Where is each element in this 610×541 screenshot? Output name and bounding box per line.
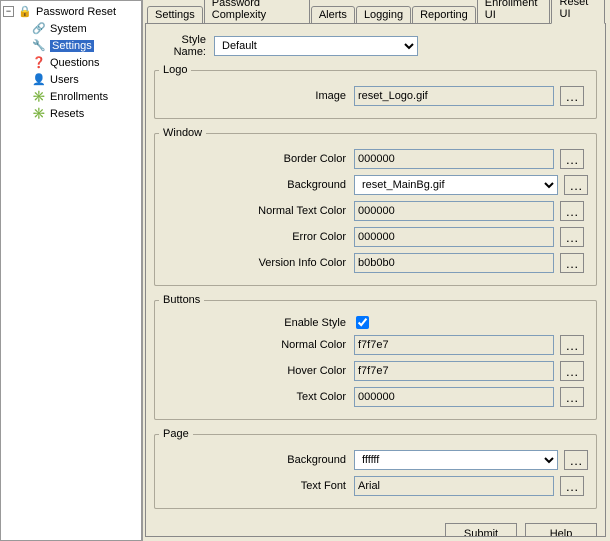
questions-icon: ❓: [31, 55, 47, 71]
group-page-legend: Page: [159, 428, 193, 440]
page-textfont-pick-button[interactable]: …: [560, 476, 584, 496]
tree-item-resets[interactable]: ✳️ Resets: [1, 105, 141, 122]
border-color-label: Border Color: [159, 153, 354, 165]
page-textfont-label: Text Font: [159, 480, 354, 492]
window-background-browse-button[interactable]: …: [564, 175, 588, 195]
enable-style-checkbox[interactable]: [356, 316, 369, 329]
btn-normal-color-input[interactable]: [354, 335, 554, 355]
logo-image-label: Image: [159, 90, 354, 102]
tab-reset-ui[interactable]: Reset UI: [551, 0, 605, 24]
resets-icon: ✳️: [31, 106, 47, 122]
page-textfont-input[interactable]: [354, 476, 554, 496]
tree-sidebar: − 🔒 Password Reset 🔗 System 🔧 Settings ❓…: [0, 0, 143, 541]
btn-text-color-label: Text Color: [159, 391, 354, 403]
btn-normal-color-pick-button[interactable]: …: [560, 335, 584, 355]
error-color-label: Error Color: [159, 231, 354, 243]
collapse-icon[interactable]: −: [3, 6, 14, 17]
btn-text-color-input[interactable]: [354, 387, 554, 407]
style-name-label: Style Name:: [154, 34, 214, 58]
page-background-label: Background: [159, 454, 354, 466]
tab-password-complexity[interactable]: Password Complexity: [204, 0, 310, 24]
tree-item-questions[interactable]: ❓ Questions: [1, 54, 141, 71]
normal-text-color-pick-button[interactable]: …: [560, 201, 584, 221]
submit-button[interactable]: Submit: [445, 523, 517, 537]
group-window-legend: Window: [159, 127, 206, 139]
logo-image-browse-button[interactable]: …: [560, 86, 584, 106]
group-window: Window Border Color … Background reset_M…: [154, 127, 597, 286]
settings-icon: 🔧: [31, 38, 47, 54]
btn-hover-color-label: Hover Color: [159, 365, 354, 377]
tab-reporting[interactable]: Reporting: [412, 6, 476, 24]
error-color-pick-button[interactable]: …: [560, 227, 584, 247]
tree-root-password-reset[interactable]: − 🔒 Password Reset: [1, 3, 141, 20]
page-background-pick-button[interactable]: …: [564, 450, 588, 470]
normal-text-color-input[interactable]: [354, 201, 554, 221]
window-background-select[interactable]: reset_MainBg.gif: [354, 175, 558, 195]
normal-text-color-label: Normal Text Color: [159, 205, 354, 217]
enrollments-icon: ✳️: [31, 89, 47, 105]
btn-normal-color-label: Normal Color: [159, 339, 354, 351]
tree-root-label: Password Reset: [36, 6, 116, 18]
tree-item-settings[interactable]: 🔧 Settings: [1, 37, 141, 54]
tree-item-system[interactable]: 🔗 System: [1, 20, 141, 37]
tabbar: Settings Password Complexity Alerts Logg…: [145, 2, 606, 24]
tree-item-enrollments[interactable]: ✳️ Enrollments: [1, 88, 141, 105]
btn-text-color-pick-button[interactable]: …: [560, 387, 584, 407]
group-buttons-legend: Buttons: [159, 294, 204, 306]
group-page: Page Background ffffff … Text Font …: [154, 428, 597, 509]
tab-alerts[interactable]: Alerts: [311, 6, 355, 24]
border-color-input[interactable]: [354, 149, 554, 169]
error-color-input[interactable]: [354, 227, 554, 247]
tab-page-reset-ui: Style Name: Default Logo Image … Window …: [145, 23, 606, 537]
users-icon: 👤: [31, 72, 47, 88]
style-name-select[interactable]: Default: [214, 36, 418, 56]
logo-image-input[interactable]: [354, 86, 554, 106]
help-button[interactable]: Help: [525, 523, 597, 537]
version-info-color-input[interactable]: [354, 253, 554, 273]
tab-settings[interactable]: Settings: [147, 6, 203, 24]
version-info-color-pick-button[interactable]: …: [560, 253, 584, 273]
tree-item-users[interactable]: 👤 Users: [1, 71, 141, 88]
btn-hover-color-input[interactable]: [354, 361, 554, 381]
tab-enrollment-ui[interactable]: Enrollment UI: [477, 0, 550, 24]
password-reset-icon: 🔒: [17, 4, 33, 20]
group-logo: Logo Image …: [154, 64, 597, 119]
group-buttons: Buttons Enable Style Normal Color … Hove…: [154, 294, 597, 420]
system-icon: 🔗: [31, 21, 47, 37]
group-logo-legend: Logo: [159, 64, 191, 76]
btn-hover-color-pick-button[interactable]: …: [560, 361, 584, 381]
window-background-label: Background: [159, 179, 354, 191]
version-info-color-label: Version Info Color: [159, 257, 354, 269]
tab-logging[interactable]: Logging: [356, 6, 411, 24]
page-background-select[interactable]: ffffff: [354, 450, 558, 470]
border-color-pick-button[interactable]: …: [560, 149, 584, 169]
enable-style-label: Enable Style: [159, 317, 354, 329]
